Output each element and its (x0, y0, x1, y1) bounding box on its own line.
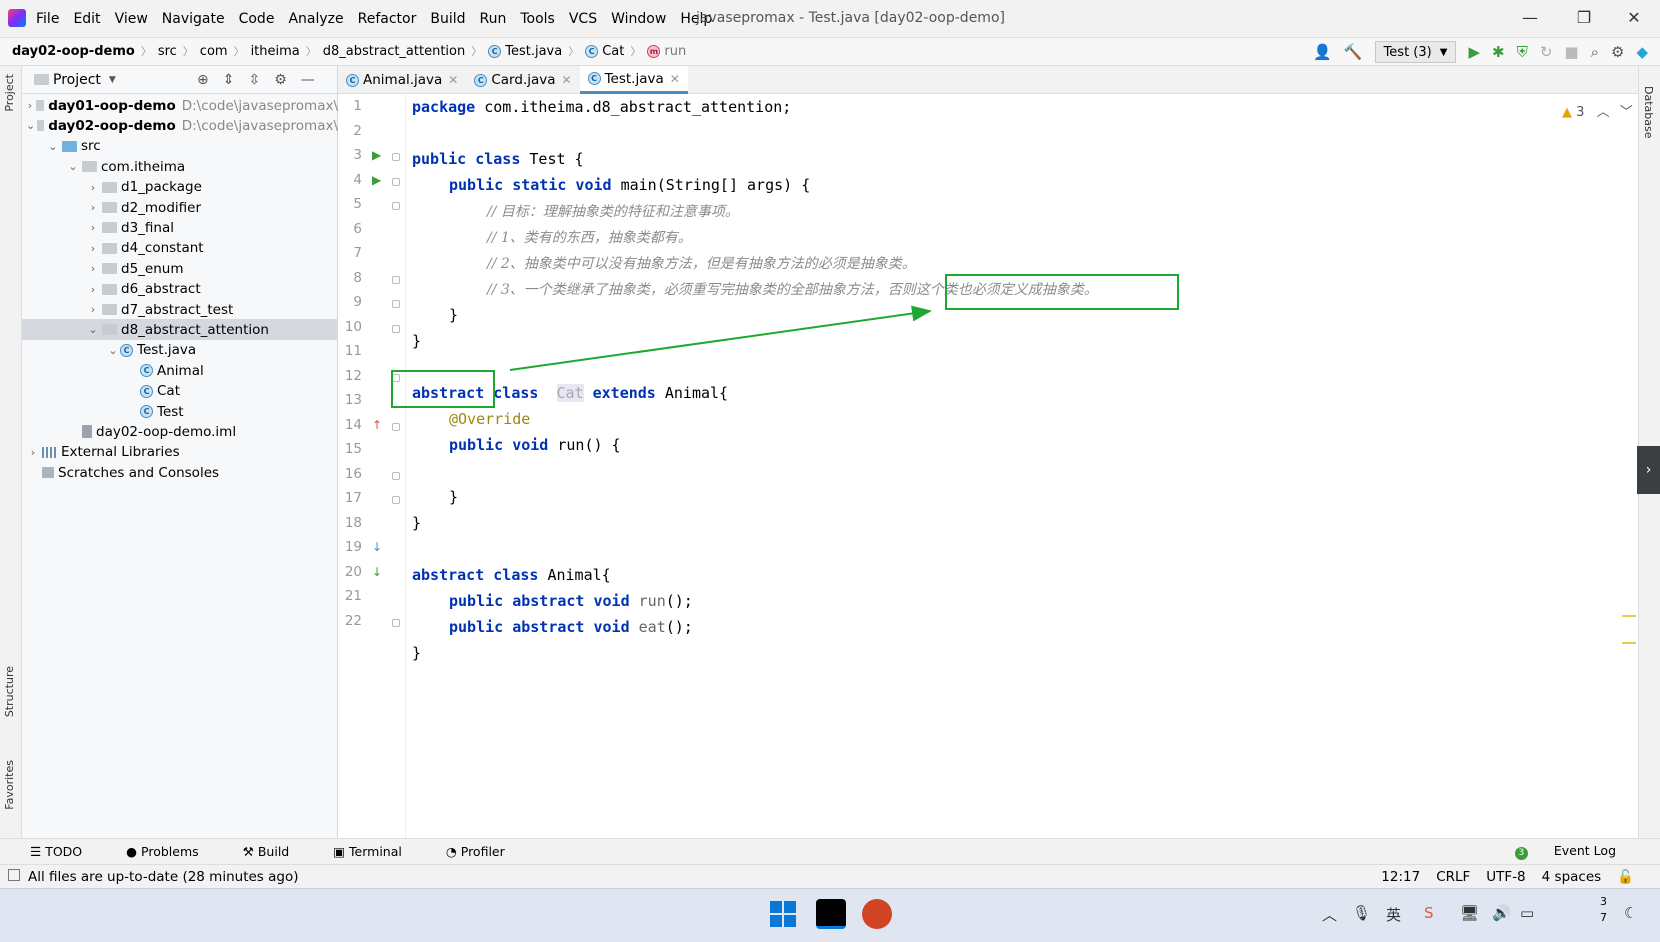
intellij-taskbar-icon[interactable] (816, 899, 846, 929)
input-method-icon[interactable]: 英 (1386, 904, 1401, 925)
chevron-down-icon[interactable]: ﹀ (1620, 105, 1633, 120)
windows-taskbar: ︿ 🎙 英 S 🖥 🔊 ▭ 37 ☾ (0, 888, 1660, 942)
error-stripe-mark[interactable] (1622, 615, 1636, 617)
moon-icon[interactable]: ☾ (1624, 904, 1637, 922)
file-encoding[interactable]: UTF-8 (1486, 869, 1525, 885)
network-icon[interactable]: 🖥 (1460, 904, 1479, 922)
line-separator[interactable]: CRLF (1436, 869, 1470, 885)
chevron-up-icon[interactable]: ︿ (1322, 904, 1337, 925)
inspection-widget[interactable]: ▲ 3 ︿ ﹀ (1562, 101, 1633, 120)
indent-setting[interactable]: 4 spaces (1542, 869, 1602, 885)
status-message: All files are up-to-date (28 minutes ago… (28, 868, 299, 885)
todo-tool-button[interactable]: ☰ TODO (30, 844, 104, 859)
problems-tool-button[interactable]: ● Problems (126, 844, 221, 859)
clock[interactable]: 37 (1600, 894, 1607, 926)
profiler-tool-button[interactable]: ◔ Profiler (446, 844, 527, 859)
tool-window-bar: ☰ TODO ● Problems ⚒ Build ▣ Terminal ◔ P… (0, 838, 1660, 864)
annotation-arrow (509, 305, 932, 371)
status-bar: All files are up-to-date (28 minutes ago… (0, 864, 1660, 888)
sogou-icon[interactable]: S (1424, 904, 1434, 922)
lock-icon[interactable]: 🔓 (1617, 869, 1634, 885)
error-stripe-mark[interactable] (1622, 642, 1636, 644)
event-log-button[interactable]: 3 Event Log (1514, 843, 1638, 860)
status-toggle-icon[interactable] (8, 869, 20, 881)
chevron-up-icon[interactable]: ︿ (1597, 105, 1610, 120)
database-tool-tab[interactable]: Database (1642, 86, 1655, 139)
battery-icon[interactable]: ▭ (1520, 904, 1534, 922)
warning-icon: ▲ (1562, 105, 1572, 120)
microphone-icon[interactable]: 🎙 (1352, 904, 1371, 922)
terminal-tool-button[interactable]: ▣ Terminal (333, 844, 424, 859)
warning-count: 3 (1576, 105, 1585, 120)
event-count-icon: 3 (1514, 847, 1528, 860)
chevron-right-icon[interactable]: › (1637, 446, 1660, 494)
volume-icon[interactable]: 🔊 (1492, 904, 1511, 922)
powerpoint-taskbar-icon[interactable] (862, 899, 892, 929)
caret-position[interactable]: 12:17 (1381, 869, 1420, 885)
build-tool-button[interactable]: ⚒ Build (243, 844, 312, 859)
windows-start-icon[interactable] (768, 899, 798, 929)
